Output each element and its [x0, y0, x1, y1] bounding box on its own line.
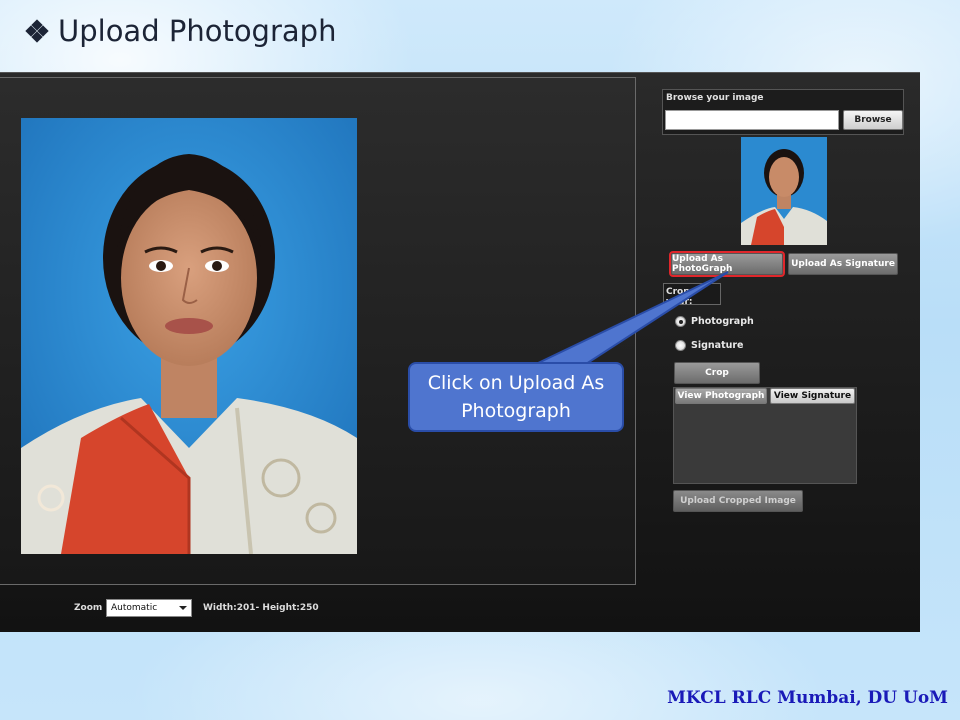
radio-photograph-label: Photograph [691, 316, 754, 327]
browse-label: Browse your image [666, 93, 764, 103]
thumbnail-portrait-image [741, 137, 827, 245]
thumbnail-photo [741, 137, 827, 245]
upload-app-window: Browse your image Browse Upload As Photo… [0, 72, 920, 632]
file-path-input[interactable] [665, 110, 839, 130]
radio-signature-label: Signature [691, 340, 744, 351]
slide-title-text: Upload Photograph [58, 14, 337, 48]
radio-signature-indicator[interactable] [675, 340, 686, 351]
upload-as-photograph-button[interactable]: Upload As PhotoGraph [669, 251, 785, 277]
diamond-bullet-icon [25, 19, 49, 43]
instruction-callout: Click on Upload As Photograph [408, 362, 624, 432]
image-dimensions: Width:201- Height:250 [203, 603, 319, 613]
chevron-down-icon [179, 606, 187, 610]
crop-button[interactable]: Crop [674, 362, 760, 384]
browse-button[interactable]: Browse [843, 110, 903, 130]
radio-photograph[interactable]: Photograph [675, 316, 754, 327]
tab-view-signature[interactable]: View Signature [770, 388, 855, 404]
upload-cropped-image-button[interactable]: Upload Cropped Image [673, 490, 803, 512]
upload-as-signature-button[interactable]: Upload As Signature [788, 253, 898, 275]
callout-text: Click on Upload As Photograph [427, 371, 605, 423]
slide-title: Upload Photograph [25, 14, 337, 48]
crop-section-label: Crop your: [663, 283, 721, 307]
zoom-label: Zoom : [74, 603, 110, 613]
uploaded-photo [21, 118, 357, 554]
image-viewer [0, 77, 636, 585]
slide-footer: MKCL RLC Mumbai, DU UoM [667, 688, 948, 708]
browse-panel: Browse your image Browse [662, 89, 904, 135]
radio-signature[interactable]: Signature [675, 340, 744, 351]
zoom-select-value: Automatic [111, 603, 158, 613]
viewer-status-bar: Zoom : Automatic Width:201- Height:250 [0, 593, 920, 633]
radio-photograph-indicator[interactable] [675, 316, 686, 327]
portrait-image [21, 118, 357, 554]
zoom-select[interactable]: Automatic [106, 599, 192, 617]
tab-view-photograph[interactable]: View Photograph [675, 388, 767, 404]
